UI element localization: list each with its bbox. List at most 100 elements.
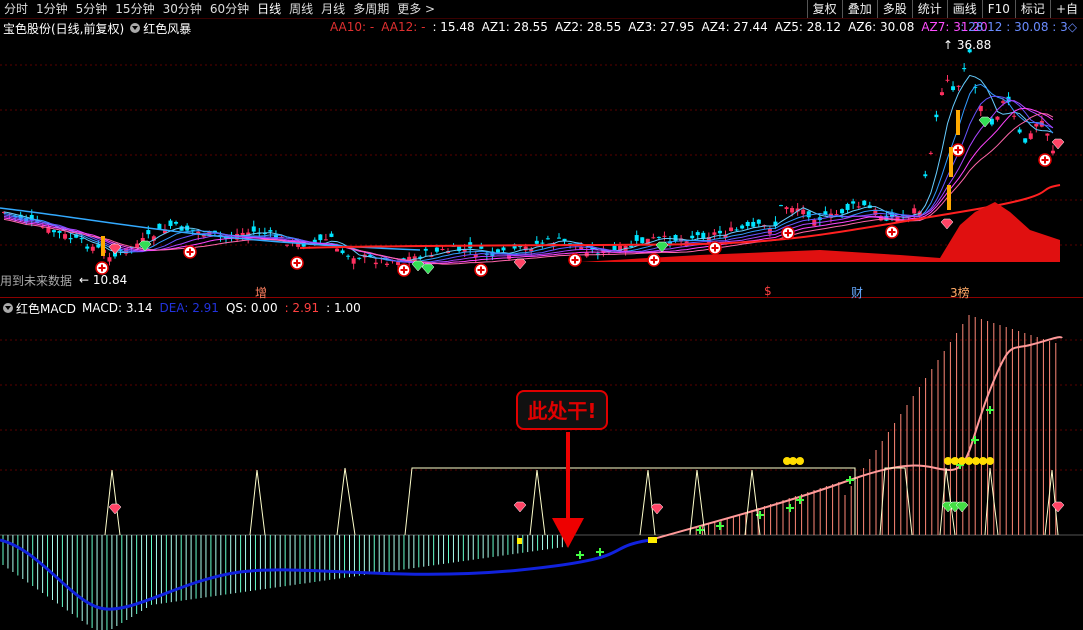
candle-body: [756, 219, 761, 224]
candle-body: [962, 68, 967, 70]
candle-body: [168, 220, 173, 226]
candle-body: [540, 242, 545, 244]
diamond-icon: [513, 258, 527, 270]
event-tag[interactable]: $: [764, 284, 772, 298]
low-value: 10.84: [92, 273, 128, 287]
candle-body: [545, 238, 550, 240]
diamond-icon: [411, 260, 425, 272]
diamond-icon: [940, 218, 954, 230]
yellow-dot: [972, 457, 980, 465]
candle-body: [690, 235, 695, 239]
candle-body: [557, 237, 561, 239]
green-cross-icon: [716, 522, 724, 530]
candle-body: [934, 114, 939, 118]
event-tag[interactable]: 3榜: [950, 284, 970, 301]
candle-body: [462, 249, 467, 252]
candle-body: [651, 237, 656, 239]
signal-bar: [101, 236, 105, 256]
candle-body: [240, 232, 245, 236]
candle-body: [640, 237, 645, 244]
candle-body: [662, 235, 667, 237]
candle-body: [806, 211, 811, 218]
candle-body: [357, 257, 362, 259]
green-cross-icon: [846, 476, 854, 484]
diamond-icon: [421, 263, 435, 275]
diamond-icon: [108, 503, 122, 515]
candle-body: [384, 263, 389, 266]
candle-body: [779, 205, 783, 207]
candle-body: [107, 257, 112, 262]
candle-body: [479, 246, 484, 249]
candle-body: [912, 208, 917, 214]
candle-body: [268, 230, 273, 232]
candle-body: [346, 255, 351, 257]
candle-body: [1017, 129, 1022, 133]
signal-bar: [956, 110, 960, 135]
candle-body: [1045, 133, 1050, 136]
candle-body: [784, 207, 789, 210]
candle-body: [534, 240, 539, 244]
candle-body: [423, 248, 428, 251]
yellow-dot: [789, 457, 797, 465]
candle-body: [1034, 123, 1039, 127]
candle-body: [856, 206, 861, 208]
candle-body: [85, 246, 90, 249]
candle-body: [1050, 150, 1055, 154]
candle-body: [745, 221, 750, 226]
candle-body: [373, 262, 378, 265]
yellow-dot: [951, 457, 959, 465]
signal-bar: [949, 147, 953, 177]
candle-body: [146, 230, 151, 235]
candle-body: [68, 238, 73, 240]
candle-body: [396, 262, 401, 265]
signal-bar: [947, 185, 951, 210]
yellow-dot: [979, 457, 987, 465]
candle-body: [90, 246, 95, 251]
candle-body: [945, 79, 950, 81]
candle-body: [656, 236, 661, 238]
candle-body: [740, 225, 745, 229]
diamond-icon: [1051, 501, 1065, 513]
candle-body: [717, 230, 722, 234]
candle-body: [734, 229, 739, 231]
green-cross-icon: [576, 551, 584, 559]
diamond-icon: [1051, 138, 1065, 150]
candle-body: [862, 200, 867, 206]
candle-body: [634, 235, 639, 241]
candle-body: [951, 86, 956, 91]
yellow-marker: [652, 537, 657, 543]
ma-line: [3, 107, 1054, 265]
candle-body: [673, 235, 678, 241]
candle-body: [995, 116, 1000, 120]
candle-body: [51, 230, 56, 233]
candle-body: [335, 248, 339, 252]
event-tag[interactable]: 增: [255, 284, 267, 301]
candle-body: [923, 174, 928, 177]
candle-body: [801, 209, 806, 215]
candle-body: [851, 201, 856, 204]
annotation-callout: 此处干!: [516, 390, 608, 430]
candle-body: [440, 249, 445, 251]
yellow-dot: [796, 457, 804, 465]
arrow-down-icon: [552, 518, 584, 548]
candle-body: [712, 232, 717, 235]
candle-body: [840, 209, 845, 214]
high-price-label: ↑ 36.88: [943, 38, 992, 52]
green-cross-icon: [786, 504, 794, 512]
signal-line: [104, 467, 1059, 536]
candle-body: [939, 92, 944, 96]
candle-body: [79, 238, 84, 240]
event-tag[interactable]: 财: [851, 284, 863, 301]
candle-body: [629, 245, 634, 247]
candle-body: [340, 250, 345, 254]
yellow-dot: [965, 457, 973, 465]
high-value: 36.88: [956, 38, 992, 52]
diamond-icon: [955, 501, 969, 513]
kline-chart-canvas[interactable]: [0, 0, 1083, 630]
candle-body: [928, 152, 933, 154]
candle-body: [845, 203, 850, 210]
candle-body: [790, 207, 795, 213]
candle-body: [285, 244, 290, 246]
candle-body: [1012, 115, 1017, 117]
candle-body: [834, 214, 839, 216]
